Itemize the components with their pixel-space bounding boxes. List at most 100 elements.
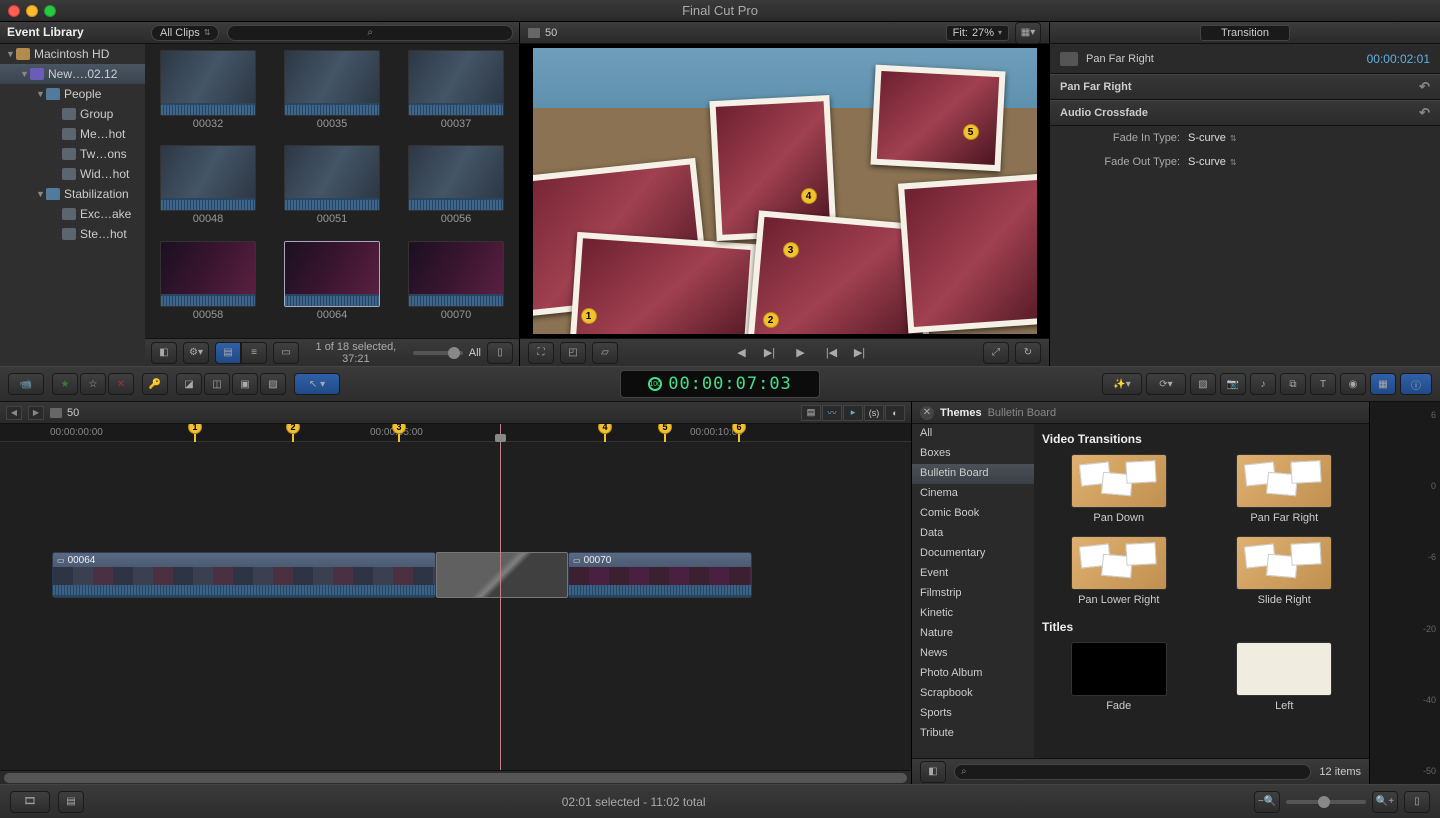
theme-category[interactable]: Scrapbook xyxy=(912,684,1034,704)
show-list-button[interactable]: ▤ xyxy=(58,791,84,813)
clip-filter-dropdown[interactable]: All Clips ⇅ xyxy=(151,25,219,41)
titles-browser-button[interactable]: T xyxy=(1310,373,1336,395)
timeline-marker[interactable]: 1 xyxy=(188,424,202,442)
clip-thumbnail[interactable]: 00056 xyxy=(399,145,513,236)
theme-category[interactable]: News xyxy=(912,644,1034,664)
list-view-button[interactable]: ≡ xyxy=(241,342,267,364)
viewer-zoom-dropdown[interactable]: Fit: 27% ▾ xyxy=(946,25,1009,41)
inspector-toggle-button[interactable]: ⓘ xyxy=(1400,373,1432,395)
photos-browser-button[interactable]: ▧ xyxy=(1190,373,1216,395)
solo-toggle[interactable]: ◐ xyxy=(885,405,905,421)
close-icon[interactable]: ✕ xyxy=(920,406,934,420)
audio-toggle-button[interactable]: ▯ xyxy=(487,342,513,364)
viewer-marker[interactable]: 3 xyxy=(783,242,799,258)
gear-menu-button[interactable]: ⚙▾ xyxy=(183,342,209,364)
tree-item[interactable]: Wid…hot xyxy=(0,164,145,184)
theme-category[interactable]: Event xyxy=(912,564,1034,584)
viewer-marker[interactable]: 4 xyxy=(801,188,817,204)
fade-out-dropdown[interactable]: S-curve ⇅ xyxy=(1188,156,1237,168)
tree-item[interactable]: ▼Stabilization xyxy=(0,184,145,204)
inspector-tab-transition[interactable]: Transition xyxy=(1200,25,1290,41)
theme-item[interactable]: Fade xyxy=(1042,642,1196,712)
theme-item[interactable]: Pan Far Right xyxy=(1208,454,1362,524)
generators-browser-button[interactable]: ◉ xyxy=(1340,373,1366,395)
clip-thumbnail[interactable]: 00051 xyxy=(275,145,389,236)
timeline-marker[interactable]: 6 xyxy=(732,424,746,442)
viewer-canvas[interactable]: 12345 xyxy=(520,44,1049,338)
browser-search-input[interactable]: ⌕ xyxy=(227,25,513,41)
timeline-index-button[interactable]: 🎞 xyxy=(10,791,50,813)
theme-category[interactable]: Data xyxy=(912,524,1034,544)
theme-category[interactable]: Sports xyxy=(912,704,1034,724)
clip-thumbnail[interactable]: 00048 xyxy=(151,145,265,236)
theme-category[interactable]: Tribute xyxy=(912,724,1034,744)
fade-in-dropdown[interactable]: S-curve ⇅ xyxy=(1188,132,1237,144)
theme-category[interactable]: Nature xyxy=(912,624,1034,644)
timeline-marker[interactable]: 5 xyxy=(658,424,672,442)
theme-category[interactable]: Filmstrip xyxy=(912,584,1034,604)
favorite-button[interactable]: ★ xyxy=(52,373,78,395)
themes-browser-button[interactable]: ▦ xyxy=(1370,373,1396,395)
theme-item[interactable]: Pan Down xyxy=(1042,454,1196,524)
reset-icon[interactable]: ↶ xyxy=(1419,105,1430,121)
minimize-window-icon[interactable] xyxy=(26,5,38,17)
zoom-out-button[interactable]: −🔍 xyxy=(1254,791,1280,813)
timeline-transition[interactable] xyxy=(436,552,568,598)
clip-grid[interactable]: 0003200035000370004800051000560005800064… xyxy=(145,44,519,338)
keyword-button[interactable]: 🔑 xyxy=(142,373,168,395)
dashboard-timecode[interactable]: 100 00:00:07:03 xyxy=(620,370,820,398)
clip-thumbnail[interactable]: 00037 xyxy=(399,50,513,141)
clip-thumbnail[interactable]: 00032 xyxy=(151,50,265,141)
timeline-body[interactable]: 00:00:00:0000:00:05:0000:00:10:00 123456… xyxy=(0,424,911,770)
timeline-marker[interactable]: 3 xyxy=(392,424,406,442)
transitions-browser-button[interactable]: ⧉ xyxy=(1280,373,1306,395)
timeline-marker[interactable]: 4 xyxy=(598,424,612,442)
unrate-button[interactable]: ☆ xyxy=(80,373,106,395)
reject-button[interactable]: ✕ xyxy=(108,373,134,395)
clip-thumbnail[interactable]: 00058 xyxy=(151,241,265,332)
tree-item[interactable]: ▼Macintosh HD xyxy=(0,44,145,64)
theme-category[interactable]: Kinetic xyxy=(912,604,1034,624)
retime-button[interactable]: ⟳▾ xyxy=(1146,373,1186,395)
auto-enhance-button[interactable]: ✨▾ xyxy=(1102,373,1142,395)
append-button[interactable]: ▣ xyxy=(232,373,258,395)
play-button[interactable]: ▶ xyxy=(786,344,816,362)
overwrite-button[interactable]: ▨ xyxy=(260,373,286,395)
timeline-clip[interactable]: ▭00070 xyxy=(568,552,752,598)
clip-appearance-button[interactable]: ▭ xyxy=(273,342,299,364)
fullscreen-button[interactable]: ⤢ xyxy=(983,342,1009,364)
event-tree[interactable]: ▼Macintosh HD▼New….02.12▼PeopleGroupMe…h… xyxy=(0,44,145,366)
camera-browser-button[interactable]: 📷 xyxy=(1220,373,1246,395)
play-back-button[interactable]: ◀ xyxy=(730,344,754,362)
theme-category-list[interactable]: AllBoxesBulletin BoardCinemaComic BookDa… xyxy=(912,424,1034,758)
clip-thumbnail[interactable]: 00070 xyxy=(399,241,513,332)
clip-height-button[interactable]: ▯ xyxy=(1404,791,1430,813)
crop-tool-button[interactable]: ◰ xyxy=(560,342,586,364)
timeline-clip[interactable]: ▭00064 xyxy=(52,552,436,598)
timeline-zoom-slider[interactable] xyxy=(1286,800,1366,804)
connect-button[interactable]: ◪ xyxy=(176,373,202,395)
reset-icon[interactable]: ↶ xyxy=(1419,79,1430,95)
tree-item[interactable]: Exc…ake xyxy=(0,204,145,224)
theme-category[interactable]: Boxes xyxy=(912,444,1034,464)
clip-appearance-toggle[interactable]: ▤ xyxy=(801,405,821,421)
loop-button[interactable]: ↻ xyxy=(1015,342,1041,364)
browser-zoom-slider[interactable] xyxy=(413,351,463,355)
theme-category[interactable]: Comic Book xyxy=(912,504,1034,524)
theme-category[interactable]: Cinema xyxy=(912,484,1034,504)
viewer-marker[interactable]: 2 xyxy=(763,312,779,328)
theme-category[interactable]: Documentary xyxy=(912,544,1034,564)
timeline-scrollbar[interactable] xyxy=(0,770,911,784)
timeline-forward-button[interactable]: ▶ xyxy=(28,406,44,420)
prev-frame-button[interactable]: |◀ xyxy=(820,344,844,362)
viewer-marker[interactable]: 1 xyxy=(581,308,597,324)
timeline-back-button[interactable]: ◀ xyxy=(6,406,22,420)
clip-thumbnail[interactable]: 00035 xyxy=(275,50,389,141)
hide-themes-button[interactable]: ◧ xyxy=(920,761,946,783)
theme-item[interactable]: Pan Lower Right xyxy=(1042,536,1196,606)
snapping-toggle[interactable]: (s) xyxy=(864,405,884,421)
filmstrip-view-button[interactable]: ▤ xyxy=(215,342,241,364)
playhead[interactable] xyxy=(500,424,501,770)
import-button[interactable]: 📹 xyxy=(8,373,44,395)
next-frame-button[interactable]: ▶| xyxy=(848,344,872,362)
